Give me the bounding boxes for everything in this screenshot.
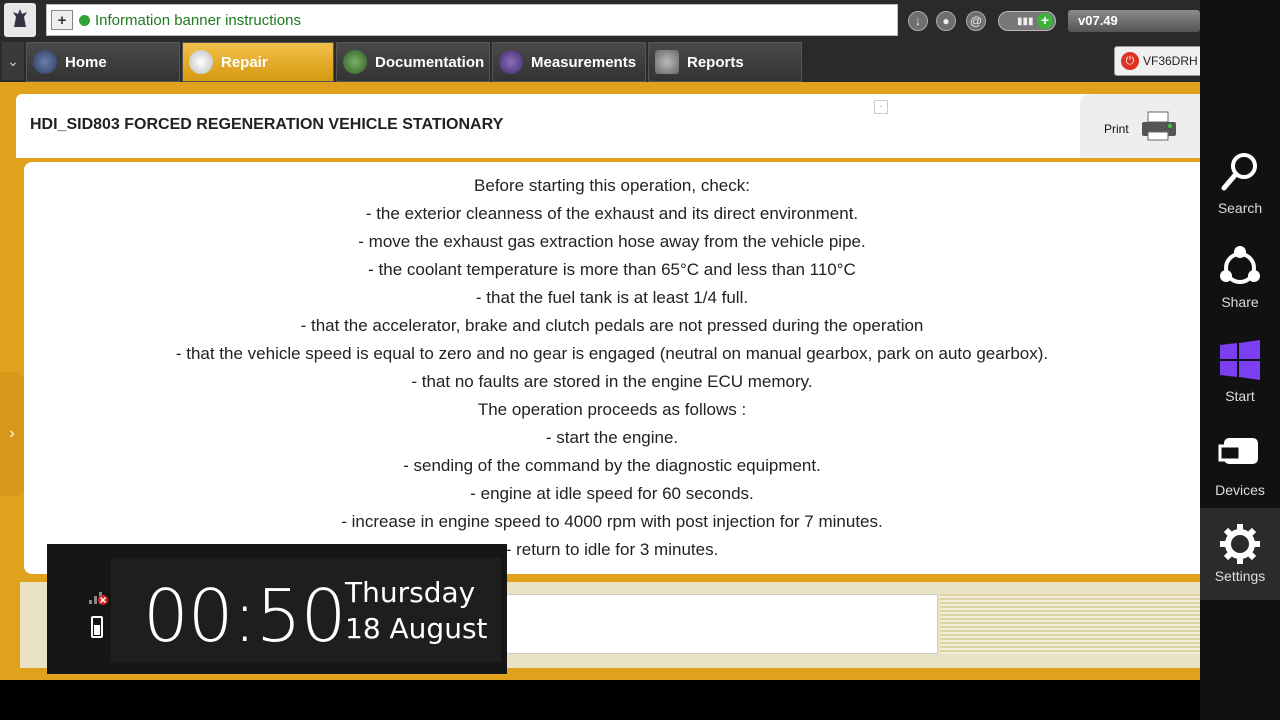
instruction-line: - that the fuel tank is at least 1/4 ful…: [475, 288, 749, 307]
user-icon[interactable]: ●: [936, 11, 956, 31]
search-icon: [1221, 153, 1257, 191]
battery-icon: [91, 616, 103, 638]
instruction-line: - that the vehicle speed is equal to zer…: [175, 344, 1049, 363]
download-icon[interactable]: ↓: [908, 11, 928, 31]
main-tabs: ⌄ Home Repair Documentation Measurements…: [0, 40, 1200, 82]
waveform-icon: [499, 50, 523, 74]
devices-icon: [1218, 438, 1258, 464]
tab-measurements[interactable]: Measurements: [492, 42, 646, 82]
instruction-line: The operation proceeds as follows :: [477, 400, 747, 419]
peugeot-logo: [4, 3, 36, 37]
instruction-line: - move the exhaust gas extraction hose a…: [358, 232, 866, 251]
clock-date: 18 August: [345, 612, 488, 645]
gear-icon: [1220, 524, 1260, 564]
instruction-line: - start the engine.: [545, 428, 679, 447]
signal-bars-icon: ▮▮▮: [1017, 16, 1034, 27]
tab-label: Documentation: [375, 53, 485, 71]
tab-label: Repair: [221, 53, 268, 71]
connection-toggle[interactable]: ▮▮▮ +: [998, 11, 1056, 31]
page-header: HDI_SID803 FORCED REGENERATION VEHICLE S…: [16, 94, 1200, 158]
signal-icon: [89, 592, 108, 605]
plus-icon: +: [1037, 13, 1053, 29]
tab-documentation[interactable]: Documentation: [336, 42, 490, 82]
side-panel-chevron-icon[interactable]: ›: [0, 372, 24, 496]
instruction-line: - engine at idle speed for 60 seconds.: [470, 484, 754, 503]
printer-icon: [1142, 111, 1176, 141]
tab-label: Measurements: [531, 53, 637, 71]
restore-icon[interactable]: ·: [874, 100, 888, 114]
vin-button[interactable]: ⏻ VF36DRH: [1114, 46, 1200, 76]
tab-label: Reports: [687, 53, 744, 71]
tab-label: Home: [65, 53, 107, 71]
page-title: HDI_SID803 FORCED REGENERATION VEHICLE S…: [30, 116, 504, 133]
bottom-input-area: [450, 594, 938, 654]
menu-chevron-icon[interactable]: ⌄: [2, 42, 24, 80]
instruction-line: - that no faults are stored in the engin…: [411, 372, 813, 391]
at-icon[interactable]: @: [966, 11, 986, 31]
magnifier-icon: [189, 50, 213, 74]
print-label: Print: [1104, 122, 1129, 136]
status-dot-icon: [79, 14, 90, 26]
book-icon: [343, 50, 367, 74]
charm-settings[interactable]: Settings: [1200, 508, 1280, 600]
power-icon: ⏻: [1121, 52, 1139, 70]
report-icon: [655, 50, 679, 74]
charm-devices[interactable]: Devices: [1200, 422, 1280, 514]
share-icon: [1220, 246, 1260, 284]
instruction-line: Before starting this operation, check:: [474, 176, 750, 195]
home-icon: [33, 50, 57, 74]
information-banner[interactable]: + Information banner instructions: [46, 4, 898, 36]
tab-home[interactable]: Home: [26, 42, 180, 82]
banner-text: Information banner instructions: [95, 11, 301, 29]
tab-reports[interactable]: Reports: [648, 42, 802, 82]
expand-banner-button[interactable]: +: [51, 10, 73, 30]
charm-search[interactable]: Search: [1200, 140, 1280, 232]
version-label: v07.49: [1068, 10, 1200, 32]
clock-overlay: 00:50 Thursday 18 August: [47, 544, 507, 674]
charm-label: Share: [1221, 294, 1259, 310]
charm-start[interactable]: Start: [1200, 328, 1280, 420]
clock-day: Thursday: [345, 576, 476, 609]
instruction-line: - sending of the command by the diagnost…: [403, 456, 821, 475]
windows-icon: [1220, 340, 1260, 380]
charm-label: Search: [1217, 200, 1263, 216]
instructions-panel[interactable]: Before starting this operation, check: - …: [24, 162, 1200, 574]
print-button[interactable]: Print: [1080, 94, 1200, 158]
charm-label: Start: [1225, 388, 1255, 404]
tab-repair[interactable]: Repair: [182, 42, 334, 82]
top-bar: + Information banner instructions ↓ ● @ …: [0, 0, 1200, 40]
charm-label: Devices: [1215, 482, 1265, 498]
charms-bar: Search Share Start Devices Settings: [1200, 0, 1280, 720]
instruction-line: - the coolant temperature is more than 6…: [368, 260, 856, 279]
progress-area: [940, 594, 1200, 654]
clock-time: 00:50: [143, 574, 346, 658]
instruction-line: - increase in engine speed to 4000 rpm w…: [341, 512, 883, 531]
charm-label: Settings: [1214, 568, 1266, 584]
instruction-line: - the exterior cleanness of the exhaust …: [365, 204, 859, 223]
vin-text: VF36DRH: [1143, 54, 1198, 68]
instruction-line: - that the accelerator, brake and clutch…: [300, 316, 924, 335]
charm-share[interactable]: Share: [1200, 234, 1280, 326]
